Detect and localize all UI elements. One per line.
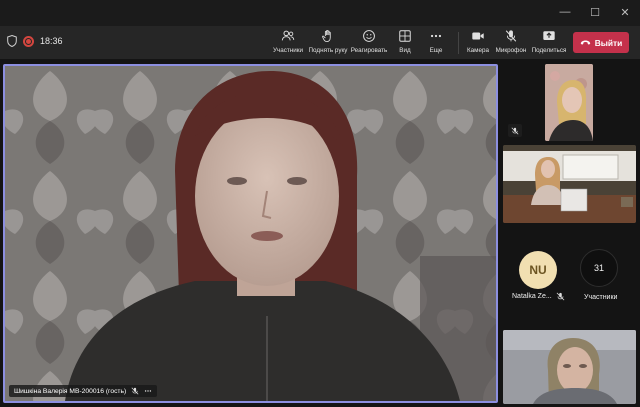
muted-badge [508,124,522,137]
participant-video-frame [503,145,636,223]
share-label: Поделиться [531,47,567,54]
recording-icon [23,35,34,47]
participant-name: Шишкіна Валерія МВ-200016 (гость) [14,387,127,395]
avatar-initials: NU [529,263,547,277]
meeting-timer: 18:36 [40,36,63,46]
window-controls: — ☐ ✕ [558,5,632,19]
participant-video-thumb[interactable] [503,330,636,404]
smiley-icon [363,30,375,42]
more-label: Еще [429,47,443,54]
more-dots-icon [430,34,442,38]
leave-label: Выйти [594,37,623,48]
meeting-toolbar: 18:36 Участники Поднять руку Реагировать… [0,26,640,60]
participant-video-thumb[interactable] [545,64,593,141]
participants-count: 31 [593,263,604,273]
participants-label: Участники [272,47,304,54]
maximize-icon[interactable]: ☐ [588,5,602,19]
share-screen-icon [543,31,555,40]
participant-avatar[interactable]: NU [519,251,557,289]
participant-name: Natalka Ze... [512,293,552,300]
minimize-icon[interactable]: — [558,5,572,19]
meeting-info: 18:36 [7,35,63,47]
people-icon [281,30,295,41]
share-button[interactable]: Поделиться [521,29,577,54]
speaker-video-frame [5,66,496,401]
mic-status-icon [131,387,139,395]
participant-video-thumb[interactable] [503,145,636,223]
mic-off-icon [556,292,565,301]
options-dots-icon[interactable] [144,387,152,395]
hand-icon [322,29,331,43]
close-icon[interactable]: ✕ [618,5,632,19]
main-video-tile[interactable]: Шишкіна Валерія МВ-200016 (гость) [3,64,498,403]
participants-count-button[interactable]: 31 [580,249,618,287]
participants-count-label: Участники [584,294,618,301]
shield-icon [7,35,17,47]
leave-button[interactable]: Выйти [573,32,629,53]
mic-off-icon [511,127,519,134]
phone-hangup-icon [580,40,590,45]
participant-video-frame [545,64,593,141]
window-title-bar: — ☐ ✕ [0,0,640,26]
mic-off-icon [505,30,517,42]
participant-name-tag: Шишкіна Валерія МВ-200016 (гость) [9,385,158,397]
participant-video-frame [503,330,636,404]
